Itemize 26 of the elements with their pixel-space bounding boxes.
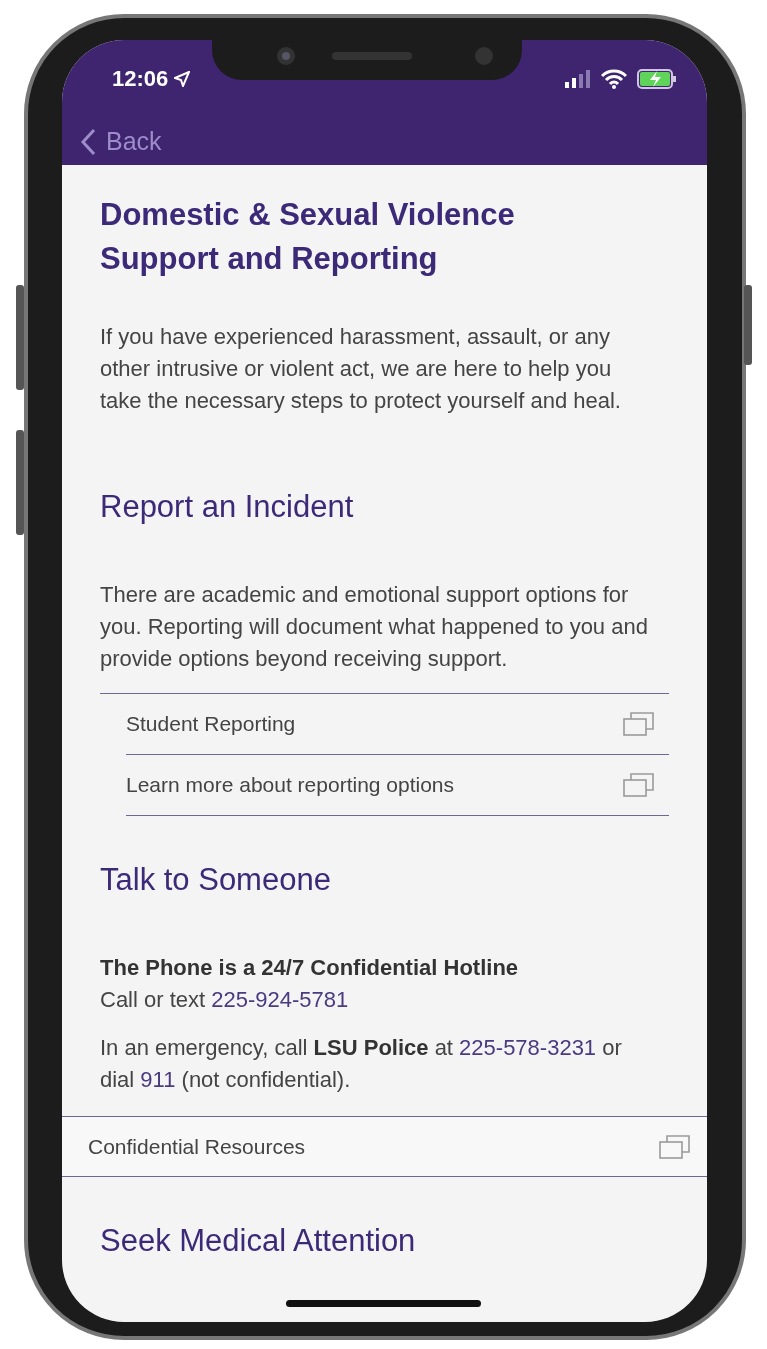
section-heading: Report an Incident xyxy=(99,488,355,526)
status-time: 12:06 xyxy=(112,66,169,92)
body-paragraph: There are academic and emotional support options for you. Reporting will document what happened to you and provide options beyond receiving support. xyxy=(99,581,649,673)
phone-link[interactable]: 225-924-5781 xyxy=(211,987,349,1012)
external-window-icon xyxy=(623,772,655,798)
phone-link[interactable]: 225-578-3231 xyxy=(459,1035,597,1060)
body-paragraph: In an emergency, call LSU Police at 225-578-3231 or dial 911 (not confidential). xyxy=(99,1034,623,1094)
link-row[interactable]: Confidential Resources xyxy=(62,1117,707,1177)
phone-link[interactable]: 911 xyxy=(140,1067,176,1092)
external-window-icon xyxy=(623,711,655,737)
signal-icon xyxy=(565,70,591,88)
body-paragraph: The Phone is a 24/7 Confidential Hotline Call or text 225-924-5781 xyxy=(99,954,520,1014)
section-heading: Talk to Someone xyxy=(99,861,332,899)
camera-icon xyxy=(276,46,296,66)
back-button[interactable]: Back xyxy=(62,110,178,165)
link-row[interactable]: Student Reporting xyxy=(126,694,669,755)
intro-paragraph: If you have experienced harassment, assault, or any other intrusive or violent act, we are here to help you take the necessary steps to protect yourself and heal. xyxy=(99,323,622,415)
section-heading: Seek Medical Attention xyxy=(99,1222,417,1260)
link-row[interactable]: Learn more about reporting options xyxy=(126,755,669,816)
page-title: Domestic & Sexual Violence Support and Reporting xyxy=(99,196,516,278)
chevron-left-icon xyxy=(80,127,96,156)
sensor-icon xyxy=(474,46,494,66)
location-arrow-icon xyxy=(174,71,191,87)
battery-charging-icon xyxy=(637,69,677,89)
external-window-icon xyxy=(659,1133,691,1160)
wifi-icon xyxy=(601,69,627,89)
